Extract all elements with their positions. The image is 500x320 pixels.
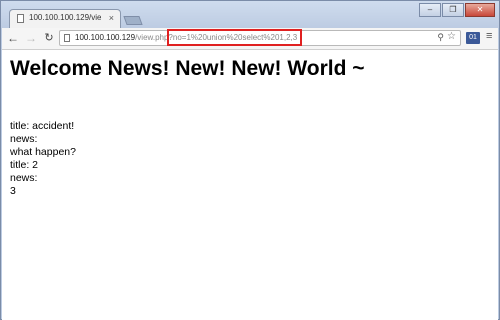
browser-window: 100.100.100.129/view.ph × ‒ ❐ ✕ ← → ↻ 10… xyxy=(0,0,500,320)
close-window-button[interactable]: ✕ xyxy=(465,3,495,17)
close-tab-icon[interactable]: × xyxy=(109,12,114,24)
news-line: news: xyxy=(10,133,38,145)
window-controls: ‒ ❐ ✕ xyxy=(419,3,495,17)
back-arrow-icon[interactable]: ← xyxy=(6,31,20,45)
url-host: 100.100.100.129 xyxy=(75,33,136,42)
browser-tab[interactable]: 100.100.100.129/view.ph × xyxy=(9,9,121,28)
minimize-button[interactable]: ‒ xyxy=(419,3,441,17)
browser-toolbar: ← → ↻ 100.100.100.129/view.php?no=1%20un… xyxy=(2,28,498,50)
url-path: /view.php? xyxy=(135,33,173,42)
page-info-icon[interactable] xyxy=(64,34,70,42)
reload-icon[interactable]: ↻ xyxy=(42,31,56,45)
forward-arrow-icon[interactable]: → xyxy=(24,31,38,45)
url-query: no=1%20union%20select%201,2,3 xyxy=(172,33,298,42)
tab-title: 100.100.100.129/view.ph xyxy=(29,13,101,22)
news-list: title: accident! news: what happen? titl… xyxy=(10,120,76,198)
maximize-button[interactable]: ❐ xyxy=(442,3,464,17)
page-heading: Welcome News! New! New! World ~ xyxy=(10,57,365,80)
news-line: title: 2 xyxy=(10,159,39,171)
menu-icon[interactable]: ≡ xyxy=(486,30,492,42)
page-content: Welcome News! New! New! World ~ title: a… xyxy=(2,50,498,320)
tab-strip: 100.100.100.129/view.ph × ‒ ❐ ✕ xyxy=(1,1,499,28)
new-tab-button[interactable] xyxy=(123,16,143,25)
news-line: title: accident! xyxy=(10,120,75,132)
news-line: 3 xyxy=(10,185,16,197)
page-favicon-icon xyxy=(17,14,24,23)
extension-icon[interactable]: 01 xyxy=(466,32,480,44)
address-bar[interactable]: 100.100.100.129/view.php?no=1%20union%20… xyxy=(59,30,461,46)
bookmark-star-icon[interactable]: ☆ xyxy=(447,31,456,42)
url-text[interactable]: 100.100.100.129/view.php?no=1%20union%20… xyxy=(75,33,297,42)
news-line: news: xyxy=(10,172,38,184)
zoom-icon[interactable]: ⚲ xyxy=(437,32,444,43)
news-line: what happen? xyxy=(10,146,76,158)
